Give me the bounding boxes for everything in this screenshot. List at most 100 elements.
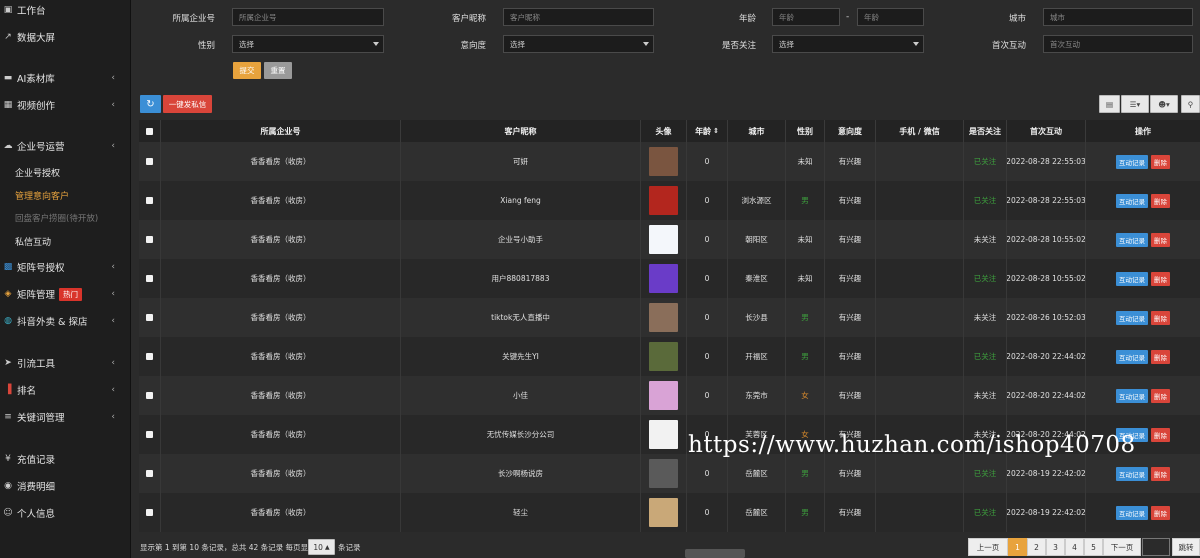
follow-select[interactable]: 选择 xyxy=(772,35,924,53)
avatar[interactable] xyxy=(649,459,678,488)
avatar[interactable] xyxy=(649,381,678,410)
nickname-input[interactable]: 客户昵称 xyxy=(503,8,654,26)
col-phone[interactable]: 手机 / 微信 xyxy=(876,120,964,142)
row-checkbox[interactable] xyxy=(146,353,153,360)
floating-toolbar[interactable] xyxy=(685,549,745,558)
table-row[interactable]: 香香看房（收房） tiktok无人直播中 0 长沙县男有兴趣 未关注 2022-08-26… xyxy=(139,298,1200,337)
delete-button[interactable]: 删除 xyxy=(1151,310,1170,325)
sidebar-item-6[interactable]: 管理意向客户 xyxy=(0,185,131,205)
interaction-log-button[interactable]: 互动记录 xyxy=(1116,310,1148,325)
col-first-interaction[interactable]: 首次互动 xyxy=(1007,120,1086,142)
sidebar-item-10[interactable]: ◈ 矩阵管理 热门 ‹ xyxy=(0,284,131,304)
row-checkbox[interactable] xyxy=(146,158,153,165)
page-4-button[interactable]: 4 xyxy=(1065,538,1084,556)
avatar[interactable] xyxy=(649,264,678,293)
table-row[interactable]: 香香看房（收房） Xiang feng 0 浏水源区男有兴趣 已关注 2022-08-28… xyxy=(139,181,1200,220)
avatar[interactable] xyxy=(649,498,678,527)
sidebar-item-17[interactable]: ☺ 个人信息 xyxy=(0,503,131,523)
refresh-button[interactable]: ↻ xyxy=(140,95,161,113)
row-checkbox[interactable] xyxy=(146,392,153,399)
sidebar-item-3[interactable]: ▦ 视频创作 ‹ xyxy=(0,95,131,115)
avatar[interactable] xyxy=(649,420,678,449)
sidebar-item-16[interactable]: ◉ 消费明细 xyxy=(0,476,131,496)
sidebar-item-13[interactable]: ▐ 排名 ‹ xyxy=(0,380,131,400)
sidebar-item-4[interactable]: ☁ 企业号运营 ‹ xyxy=(0,136,131,156)
intent-select[interactable]: 选择 xyxy=(503,35,654,53)
avatar[interactable] xyxy=(649,186,678,215)
row-checkbox[interactable] xyxy=(146,197,153,204)
export-button[interactable]: ☻▾ xyxy=(1150,95,1178,113)
avatar[interactable] xyxy=(649,147,678,176)
row-checkbox[interactable] xyxy=(146,470,153,477)
page-3-button[interactable]: 3 xyxy=(1046,538,1065,556)
page-1-button[interactable]: 1 xyxy=(1008,538,1027,556)
table-row[interactable]: 香香看房（收房） 小佳 0 东莞市女有兴趣 未关注 2022-08-20 22:44:02… xyxy=(139,376,1200,415)
row-checkbox[interactable] xyxy=(146,275,153,282)
col-age[interactable]: 年龄 ⇕ xyxy=(687,120,728,142)
col-follow[interactable]: 是否关注 xyxy=(964,120,1007,142)
sidebar-item-9[interactable]: ▩ 矩阵号授权 ‹ xyxy=(0,257,131,277)
table-row[interactable]: 香香看房（收房） 企业号小助手 0 朝阳区 未知 有兴趣 未关注 2022-08-28 10:… xyxy=(139,220,1200,259)
interaction-log-button[interactable]: 互动记录 xyxy=(1116,505,1148,520)
sidebar-item-11[interactable]: ◍ 抖音外卖 & 探店 ‹ xyxy=(0,311,131,331)
delete-button[interactable]: 删除 xyxy=(1151,505,1170,520)
table-row[interactable]: 香香看房（收房） 轻尘 0 岳麓区男有兴趣 已关注 2022-08-19 22:42:02… xyxy=(139,493,1200,532)
col-company[interactable]: 所属企业号 xyxy=(161,120,401,142)
avatar[interactable] xyxy=(649,342,678,371)
col-gender[interactable]: 性别 xyxy=(786,120,825,142)
delete-button[interactable]: 删除 xyxy=(1151,193,1170,208)
col-city[interactable]: 城市 xyxy=(728,120,786,142)
select-all-checkbox[interactable] xyxy=(146,127,153,135)
search-button[interactable]: ⚲ xyxy=(1181,95,1200,113)
interaction-log-button[interactable]: 互动记录 xyxy=(1116,154,1148,169)
interaction-log-button[interactable]: 互动记录 xyxy=(1116,388,1148,403)
next-page-button[interactable]: 下一页 xyxy=(1103,538,1141,556)
delete-button[interactable]: 删除 xyxy=(1151,232,1170,247)
table-row[interactable]: 香香看房（收房） 用户880817883 0 秦淮区 未知 有兴趣 已关注 2022-08-2… xyxy=(139,259,1200,298)
row-checkbox[interactable] xyxy=(146,314,153,321)
sidebar-item-5[interactable]: 企业号授权 xyxy=(0,162,131,182)
col-intent[interactable]: 意向度 xyxy=(825,120,876,142)
jump-button[interactable]: 跳转 xyxy=(1172,538,1200,556)
company-input[interactable]: 所属企业号 xyxy=(232,8,384,26)
delete-button[interactable]: 删除 xyxy=(1151,154,1170,169)
delete-button[interactable]: 删除 xyxy=(1151,427,1170,442)
interaction-log-button[interactable]: 互动记录 xyxy=(1116,271,1148,286)
sidebar-item-1[interactable]: ↗ 数据大屏 xyxy=(0,27,131,47)
age-from-input[interactable]: 年龄 xyxy=(772,8,840,26)
gender-select[interactable]: 选择 xyxy=(232,35,384,53)
table-row[interactable]: 香香看房（收房） 可妍 0 未知 有兴趣 已关注 2022-08-28 22:55:03 互动… xyxy=(139,142,1200,181)
reset-button[interactable]: 重置 xyxy=(264,62,292,79)
row-checkbox[interactable] xyxy=(146,431,153,438)
interaction-log-button[interactable]: 互动记录 xyxy=(1116,349,1148,364)
page-5-button[interactable]: 5 xyxy=(1084,538,1103,556)
send-dm-button[interactable]: 一键发私信 xyxy=(163,95,212,113)
jump-page-input[interactable] xyxy=(1142,538,1170,556)
city-input[interactable]: 城市 xyxy=(1043,8,1193,26)
avatar[interactable] xyxy=(649,225,678,254)
per-page-select[interactable]: 10 ▲ xyxy=(308,539,335,555)
sidebar-item-2[interactable]: ▬ AI素材库 ‹ xyxy=(0,68,131,88)
avatar[interactable] xyxy=(649,303,678,332)
interaction-log-button[interactable]: 互动记录 xyxy=(1116,466,1148,481)
age-to-input[interactable]: 年龄 xyxy=(857,8,924,26)
toggle-view-button[interactable]: ▤ xyxy=(1099,95,1120,113)
delete-button[interactable]: 删除 xyxy=(1151,466,1170,481)
interaction-log-button[interactable]: 互动记录 xyxy=(1116,193,1148,208)
first-interaction-input[interactable]: 首次互动 xyxy=(1043,35,1193,53)
submit-button[interactable]: 提交 xyxy=(233,62,261,79)
col-nickname[interactable]: 客户昵称 xyxy=(401,120,641,142)
sidebar-item-8[interactable]: 私信互动 xyxy=(0,231,131,251)
delete-button[interactable]: 删除 xyxy=(1151,388,1170,403)
sidebar-item-0[interactable]: ▣ 工作台 xyxy=(0,0,131,20)
sidebar-item-15[interactable]: ¥ 充值记录 xyxy=(0,449,131,469)
sidebar-item-14[interactable]: ≡ 关键词管理 ‹ xyxy=(0,407,131,427)
columns-button[interactable]: ☰▾ xyxy=(1121,95,1149,113)
table-row[interactable]: 香香看房（收房） 关键先生YI 0 开福区男有兴趣 已关注 2022-08-20 22:4… xyxy=(139,337,1200,376)
row-checkbox[interactable] xyxy=(146,509,153,516)
row-checkbox[interactable] xyxy=(146,236,153,243)
sidebar-item-12[interactable]: ➤ 引流工具 ‹ xyxy=(0,353,131,373)
prev-page-button[interactable]: 上一页 xyxy=(968,538,1008,556)
delete-button[interactable]: 删除 xyxy=(1151,349,1170,364)
delete-button[interactable]: 删除 xyxy=(1151,271,1170,286)
